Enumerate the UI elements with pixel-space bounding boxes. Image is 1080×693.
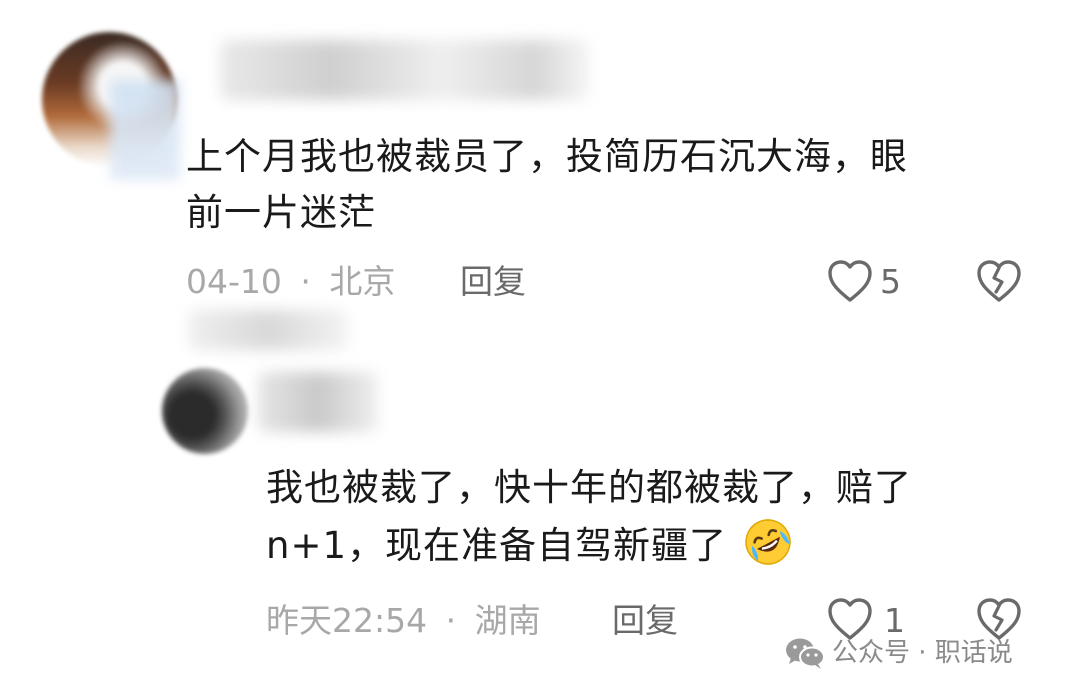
dislike-button[interactable] bbox=[974, 258, 1024, 304]
comment-date: 04-10 bbox=[186, 262, 282, 301]
comment-location: 北京 bbox=[329, 262, 396, 301]
reply-context-blurred bbox=[188, 310, 348, 350]
heart-icon bbox=[828, 260, 872, 302]
comment-text-fragment: n+1，现在准备自驾新疆了 bbox=[266, 524, 727, 567]
comment-text: 上个月我也被裁员了，投简历石沉大海，眼 前一片迷茫 bbox=[186, 129, 1046, 241]
like-button[interactable] bbox=[826, 258, 874, 304]
reply-button[interactable]: 回复 bbox=[460, 262, 526, 302]
wechat-logo-icon bbox=[786, 638, 825, 669]
comment-location: 湖南 bbox=[474, 601, 541, 640]
watermark-label: 公众号 · 职话说 bbox=[832, 638, 1013, 668]
comment-meta: 04-10 · 北京 bbox=[186, 262, 395, 302]
comment-date: 昨天22:54 bbox=[266, 601, 428, 640]
reply-button[interactable]: 回复 bbox=[612, 601, 678, 641]
like-count: 5 bbox=[880, 262, 901, 301]
comment-text-line: n+1，现在准备自驾新疆了 bbox=[266, 516, 1056, 574]
comment-text-line: 前一片迷茫 bbox=[186, 191, 376, 234]
comment-meta: 昨天22:54 · 湖南 bbox=[266, 601, 541, 641]
meta-separator: · bbox=[445, 601, 457, 640]
comment-text-line: 我也被裁了，快十年的都被裁了，赔了 bbox=[266, 466, 912, 509]
watermark: 公众号 · 职话说 bbox=[784, 634, 1064, 674]
username-blurred[interactable] bbox=[220, 40, 590, 100]
avatar[interactable] bbox=[162, 368, 248, 454]
comment-text: 我也被裁了，快十年的都被裁了，赔了 n+1，现在准备自驾新疆了 bbox=[266, 460, 1056, 574]
avatar-overlay bbox=[110, 80, 180, 180]
broken-heart-icon bbox=[977, 260, 1021, 302]
comment-text-line: 上个月我也被裁员了，投简历石沉大海，眼 bbox=[186, 135, 908, 178]
username-blurred[interactable] bbox=[258, 372, 378, 432]
rofl-emoji-icon bbox=[745, 519, 791, 565]
meta-separator: · bbox=[300, 262, 311, 301]
